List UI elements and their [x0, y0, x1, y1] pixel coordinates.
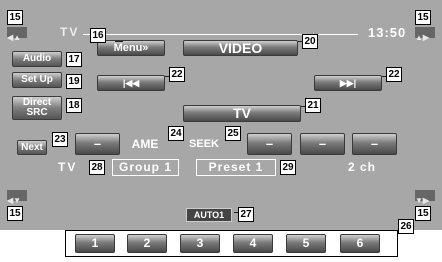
preset-button-4[interactable]: 4 — [233, 234, 273, 253]
skip-back-icon: |◀◀ — [122, 78, 140, 88]
callout-16: 16 — [90, 28, 106, 43]
callout-27: 27 — [238, 207, 254, 222]
preset-label: Preset 1 — [196, 159, 276, 176]
function-button-1[interactable]: – — [75, 133, 120, 155]
auto-mode-indicator: AUTO1 — [186, 208, 232, 222]
volume-up-corner-key[interactable]: ◀▲ — [7, 27, 27, 42]
channel-label: 2 ch — [348, 160, 377, 174]
callout-15-bottom-right: 15 — [415, 206, 431, 221]
arrow-down-icon: ▼▶ — [415, 196, 430, 205]
video-button[interactable]: VIDEO — [183, 40, 298, 56]
volume-down-corner-key[interactable]: ◀▼ — [7, 190, 27, 205]
function-button-3[interactable]: – — [300, 133, 345, 155]
menu-button[interactable]: Menu» — [97, 40, 165, 56]
callout-25: 25 — [225, 126, 241, 141]
callout-15-bottom-left: 15 — [7, 206, 23, 221]
direct-src-line2: SRC — [26, 107, 48, 118]
preset-button-3[interactable]: 3 — [180, 234, 220, 253]
function-button-4[interactable]: – — [352, 133, 397, 155]
speaker-down-icon: ◀▼ — [7, 196, 22, 205]
clock: 13:50 — [368, 25, 407, 40]
callout-22-right: 22 — [386, 67, 402, 82]
preset-button-5[interactable]: 5 — [286, 234, 326, 253]
source-name-label: TV — [60, 25, 80, 39]
audio-button[interactable]: Audio — [12, 51, 62, 67]
setup-button[interactable]: Set Up — [12, 72, 62, 88]
forward-down-corner-key[interactable]: ▼▶ — [415, 190, 435, 205]
callout-28: 28 — [89, 160, 105, 175]
callout-20: 20 — [302, 34, 318, 49]
callout-15-top-right: 15 — [415, 10, 431, 25]
preset-button-6[interactable]: 6 — [340, 234, 380, 253]
forward-up-corner-key[interactable]: ▲▶ — [415, 27, 435, 42]
callout-18: 18 — [66, 98, 82, 113]
function-button-2[interactable]: – — [247, 133, 292, 155]
tv-button[interactable]: TV — [183, 105, 301, 122]
seek-button[interactable]: SEEK — [185, 133, 223, 155]
callout-24: 24 — [168, 126, 184, 141]
direct-src-button[interactable]: Direct SRC — [12, 96, 62, 120]
arrow-up-icon: ▲▶ — [415, 33, 430, 42]
next-button[interactable]: ▶▶| — [314, 75, 382, 91]
callout-15-top-left: 15 — [7, 10, 23, 25]
callout-22-left: 22 — [169, 67, 185, 82]
group-label: Group 1 — [112, 159, 179, 176]
speaker-up-icon: ◀▲ — [7, 33, 22, 42]
callout-16-line — [115, 41, 123, 42]
callout-21: 21 — [305, 98, 321, 113]
callout-17: 17 — [66, 52, 82, 67]
next-tab-button[interactable]: Next — [17, 140, 47, 155]
callout-23: 23 — [52, 132, 68, 147]
callout-19: 19 — [66, 74, 82, 89]
preset-button-2[interactable]: 2 — [127, 234, 167, 253]
previous-button[interactable]: |◀◀ — [97, 75, 165, 91]
callout-29: 29 — [280, 160, 296, 175]
skip-forward-icon: ▶▶| — [339, 78, 357, 88]
preset-button-1[interactable]: 1 — [75, 234, 115, 253]
callout-26: 26 — [398, 219, 414, 234]
band-label: TV — [58, 160, 78, 174]
ame-button[interactable]: AME — [126, 133, 164, 155]
